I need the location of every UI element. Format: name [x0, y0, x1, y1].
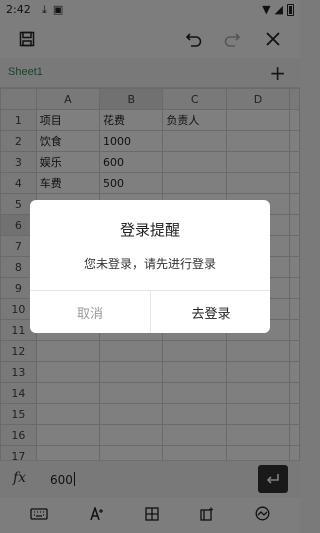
dialog-message: 您未登录，请先进行登录: [83, 257, 216, 271]
dialog-title: 登录提醒: [119, 221, 180, 239]
cancel-button[interactable]: 取消: [30, 291, 150, 333]
login-button[interactable]: 去登录: [151, 291, 270, 333]
login-reminder-dialog: 登录提醒 您未登录，请先进行登录 取消 去登录: [30, 200, 270, 333]
